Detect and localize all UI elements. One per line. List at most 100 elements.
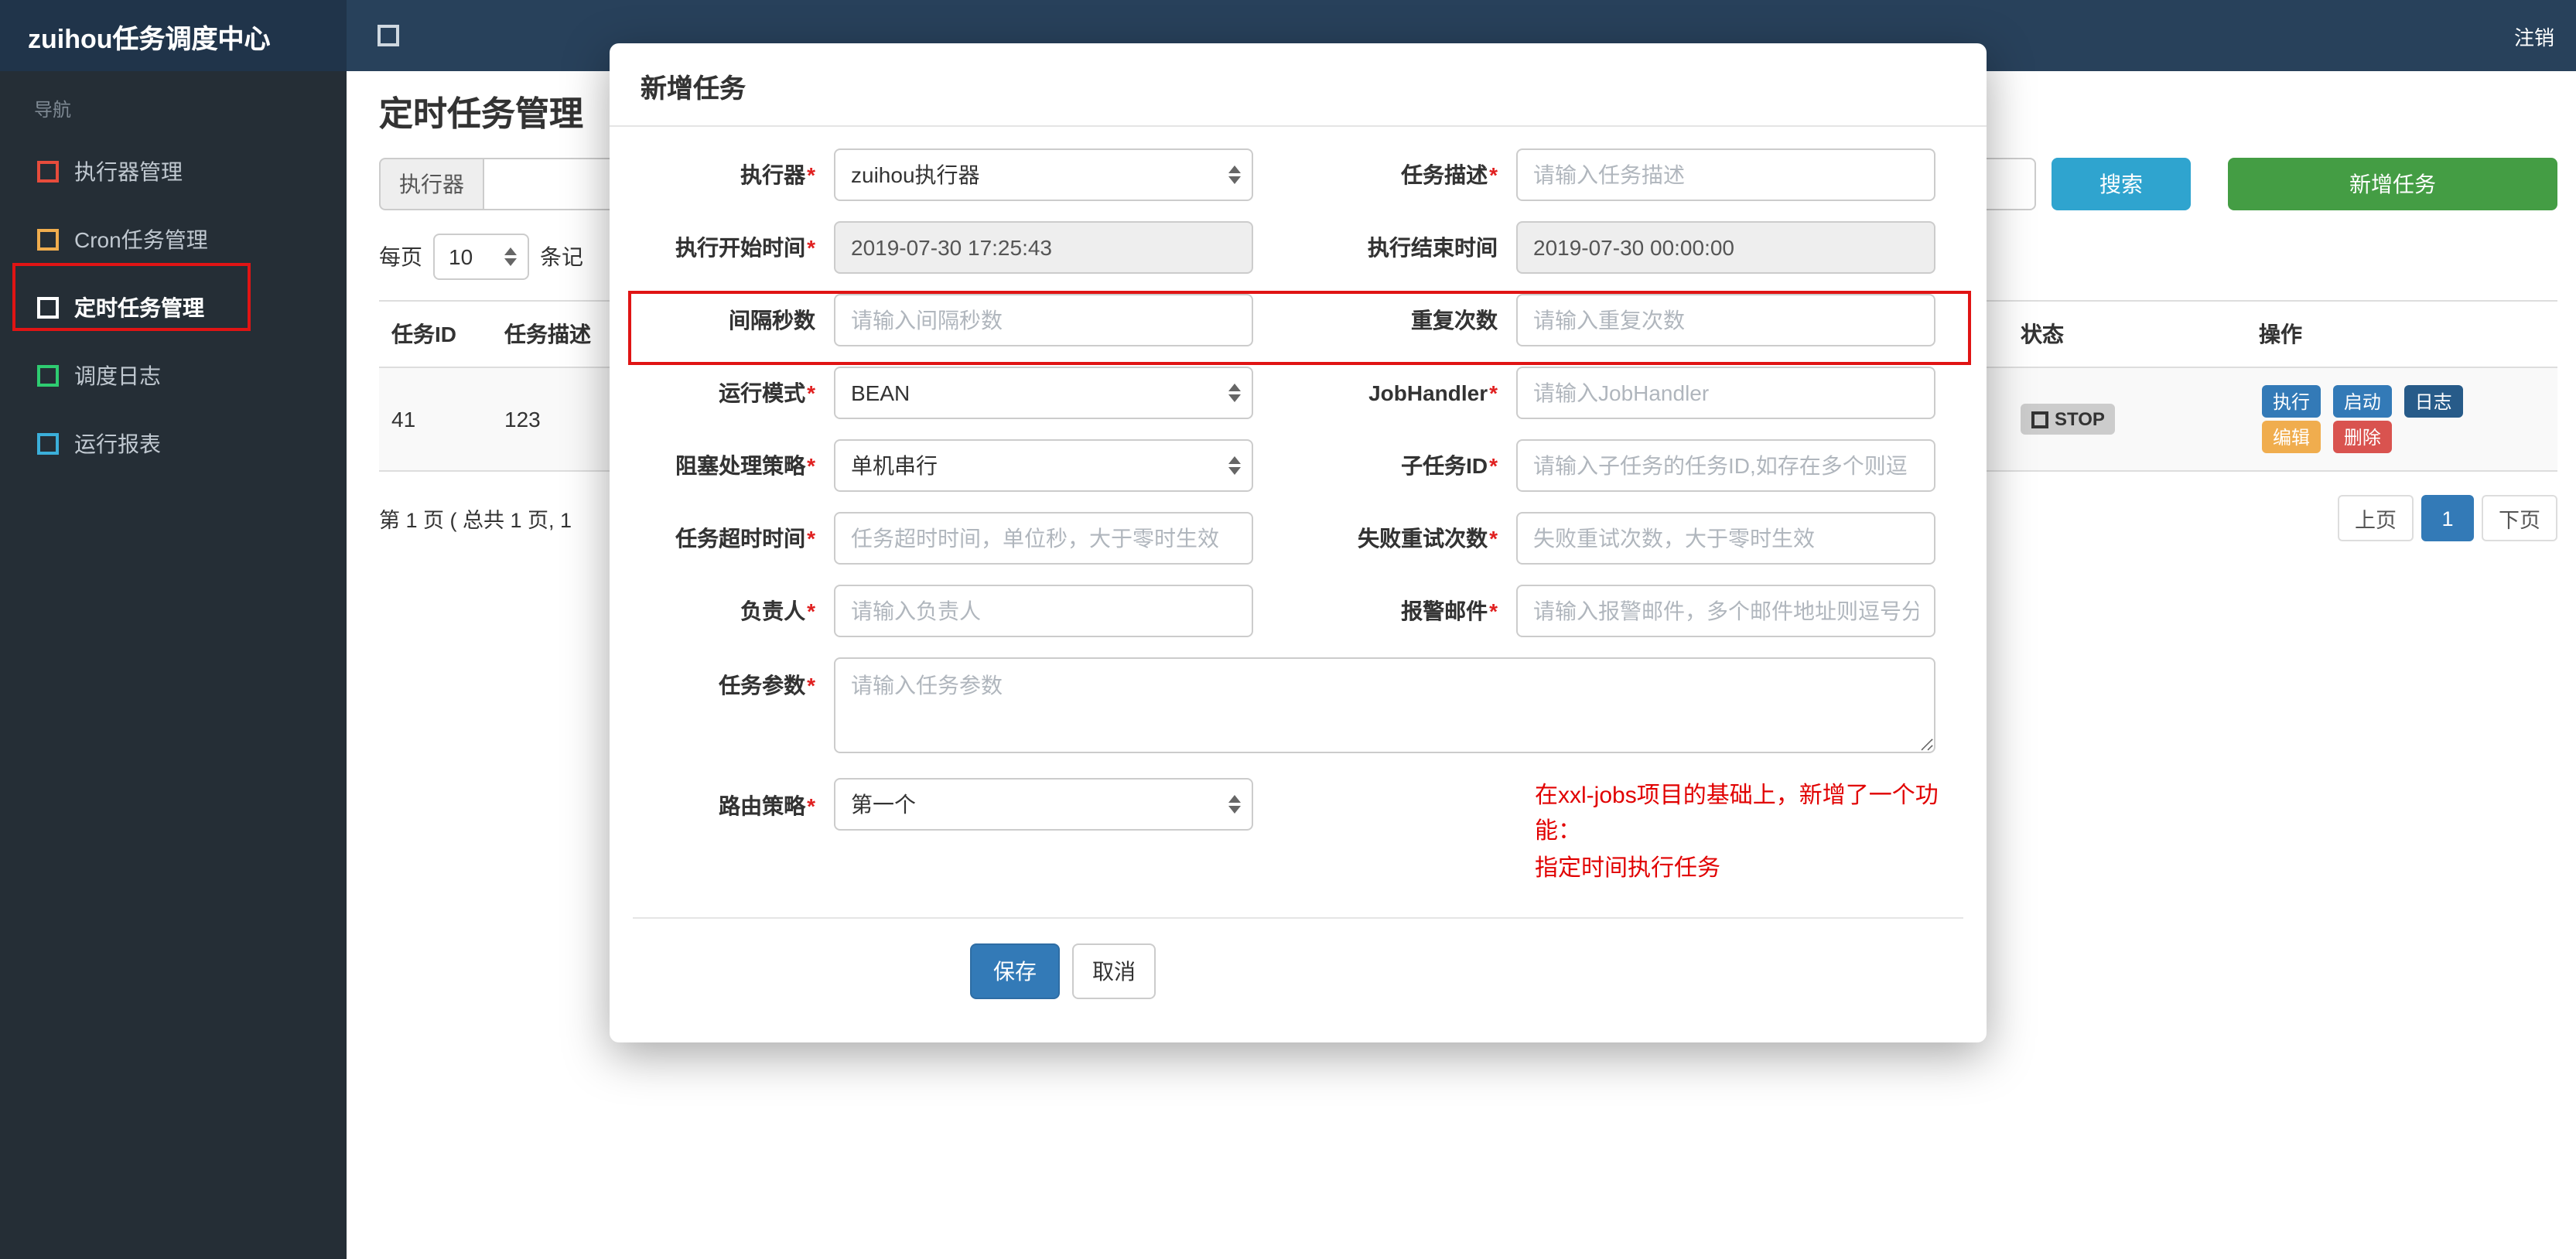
- status-badge: STOP: [2021, 404, 2116, 435]
- form-row-task-params: 任务参数 *: [633, 657, 1963, 753]
- sidebar-nav-label: 导航: [34, 99, 72, 121]
- app-brand[interactable]: zuihou任务调度中心: [0, 0, 347, 71]
- sidebar-item-executor-management[interactable]: 执行器管理: [0, 138, 347, 206]
- form-row-runmode-jobhandler: 运行模式 * BEAN JobHandler *: [633, 367, 1963, 419]
- edit-button[interactable]: 编辑: [2262, 421, 2321, 453]
- square-icon: [37, 433, 59, 455]
- cell-task-id: 41: [379, 367, 492, 472]
- sidebar-item-cron-task-management[interactable]: Cron任务管理: [0, 206, 347, 274]
- delete-button[interactable]: 删除: [2332, 421, 2392, 453]
- next-page-button[interactable]: 下页: [2482, 495, 2557, 541]
- sidebar-item-scheduled-task-management[interactable]: 定时任务管理: [0, 274, 347, 342]
- stop-square-icon: [2031, 411, 2048, 428]
- chevron-up-down-icon: [504, 247, 517, 266]
- page-size-select[interactable]: 10: [433, 234, 529, 280]
- sidebar-item-label: Cron任务管理: [74, 227, 208, 252]
- chevron-up-down-icon: [1228, 384, 1241, 402]
- logout-link[interactable]: 注销: [2514, 21, 2554, 50]
- form-row-route-strategy: 路由策略 * 第一个 在xxl-jobs项目的基础上，新增了一个功能： 指定时间执…: [633, 778, 1963, 886]
- sidebar: 导航 执行器管理 Cron任务管理 定时任务管理 调度日志 运行报表: [0, 71, 347, 1259]
- page-size-value: 10: [449, 244, 473, 269]
- cell-actions: 执行 启动 日志 编辑 删除: [2246, 367, 2557, 472]
- square-icon: [37, 229, 59, 251]
- owner-label: 负责人 *: [740, 599, 815, 623]
- chevron-up-down-icon: [1228, 165, 1241, 184]
- task-params-label: 任务参数 *: [719, 673, 815, 698]
- executor-select-value: zuihou执行器: [851, 162, 980, 187]
- route-strategy-select-value: 第一个: [851, 792, 916, 817]
- feature-note: 在xxl-jobs项目的基础上，新增了一个功能： 指定时间执行任务: [1535, 778, 1963, 886]
- chevron-up-down-icon: [1228, 795, 1241, 814]
- app-root: zuihou任务调度中心 注销 导航 执行器管理 Cron任务管理 定时任务管理…: [0, 0, 2576, 1259]
- status-text: STOP: [2055, 408, 2105, 430]
- sidebar-item-label: 定时任务管理: [74, 295, 204, 320]
- form-row-owner-email: 负责人* 报警邮件*: [633, 585, 1963, 637]
- save-button[interactable]: 保存: [970, 943, 1060, 999]
- column-header-actions[interactable]: 操作: [2246, 300, 2557, 368]
- run-mode-select[interactable]: BEAN: [834, 367, 1253, 419]
- subtask-id-label: 子任务ID *: [1401, 453, 1498, 478]
- run-mode-label: 运行模式 *: [719, 380, 815, 405]
- sidebar-item-run-report[interactable]: 运行报表: [0, 410, 347, 478]
- alarm-email-input[interactable]: [1516, 585, 1935, 637]
- jobhandler-label: JobHandler *: [1368, 380, 1498, 405]
- owner-input[interactable]: [834, 585, 1253, 637]
- subtask-id-input[interactable]: [1516, 439, 1935, 492]
- add-task-modal: 新增任务 执行器* zuihou执行器 任务描述* 执行开始时间*: [610, 43, 1987, 1042]
- retry-count-label: 失败重试次数 *: [1358, 526, 1498, 551]
- run-mode-select-value: BEAN: [851, 380, 910, 405]
- square-icon: [37, 365, 59, 387]
- start-time-input[interactable]: [834, 221, 1253, 274]
- log-button[interactable]: 日志: [2403, 385, 2463, 418]
- chevron-up-down-icon: [1228, 456, 1241, 475]
- task-desc-input[interactable]: [1516, 148, 1935, 201]
- prev-page-button[interactable]: 上页: [2338, 495, 2414, 541]
- end-time-input[interactable]: [1516, 221, 1935, 274]
- add-task-button[interactable]: 新增任务: [2228, 158, 2557, 210]
- form-row-start-end-time: 执行开始时间* 执行结束时间: [633, 221, 1963, 274]
- form-row-timeout-retry: 任务超时时间* 失败重试次数*: [633, 512, 1963, 565]
- page-number-button[interactable]: 1: [2421, 495, 2474, 541]
- executor-label: 执行器 *: [740, 162, 815, 187]
- cancel-button[interactable]: 取消: [1072, 943, 1156, 999]
- page-size-prefix: 每页: [379, 244, 422, 269]
- pagination-info: 第 1 页 ( 总共 1 页, 1: [379, 509, 572, 532]
- route-strategy-label: 路由策略 *: [719, 793, 815, 818]
- feature-note-line2: 指定时间执行任务: [1535, 855, 1721, 881]
- modal-body: 执行器* zuihou执行器 任务描述* 执行开始时间* 执行: [610, 127, 1987, 1042]
- end-time-label: 执行结束时间: [1368, 235, 1498, 260]
- interval-input[interactable]: [834, 294, 1253, 346]
- block-strategy-label: 阻塞处理策略 *: [675, 453, 815, 478]
- alarm-email-label: 报警邮件 *: [1401, 599, 1498, 623]
- repeat-count-input[interactable]: [1516, 294, 1935, 346]
- executor-select[interactable]: zuihou执行器: [834, 148, 1253, 201]
- interval-label: 间隔秒数: [729, 308, 815, 333]
- start-button[interactable]: 启动: [2332, 385, 2392, 418]
- pager: 上页 1 下页: [2338, 495, 2557, 541]
- cell-status: STOP: [2008, 367, 2246, 472]
- modal-footer: 保存 取消: [970, 919, 1963, 1042]
- run-button[interactable]: 执行: [2262, 385, 2321, 418]
- start-time-label: 执行开始时间 *: [675, 235, 815, 260]
- square-icon: [37, 297, 59, 319]
- column-header-status[interactable]: 状态: [2008, 300, 2246, 368]
- sidebar-toggle-button[interactable]: [371, 19, 405, 53]
- retry-count-input[interactable]: [1516, 512, 1935, 565]
- sidebar-item-label: 执行器管理: [74, 159, 183, 184]
- sidebar-item-label: 调度日志: [74, 363, 161, 388]
- form-row-executor-desc: 执行器 * zuihou执行器 任务描述 *: [633, 148, 1963, 201]
- route-strategy-select[interactable]: 第一个: [834, 778, 1253, 831]
- timeout-input[interactable]: [834, 512, 1253, 565]
- task-params-textarea[interactable]: [834, 657, 1935, 753]
- sidebar-toggle-icon: [378, 25, 399, 46]
- modal-header: 新增任务: [610, 43, 1987, 127]
- sidebar-item-dispatch-log[interactable]: 调度日志: [0, 342, 347, 410]
- form-row-interval-repeat: 间隔秒数 重复次数: [633, 294, 1963, 346]
- jobhandler-input[interactable]: [1516, 367, 1935, 419]
- task-desc-label: 任务描述 *: [1401, 162, 1498, 187]
- search-button[interactable]: 搜索: [2052, 158, 2191, 210]
- block-strategy-select[interactable]: 单机串行: [834, 439, 1253, 492]
- block-strategy-select-value: 单机串行: [851, 453, 938, 478]
- page-size-suffix: 条记: [540, 244, 583, 269]
- column-header-task-id[interactable]: 任务ID: [379, 300, 492, 368]
